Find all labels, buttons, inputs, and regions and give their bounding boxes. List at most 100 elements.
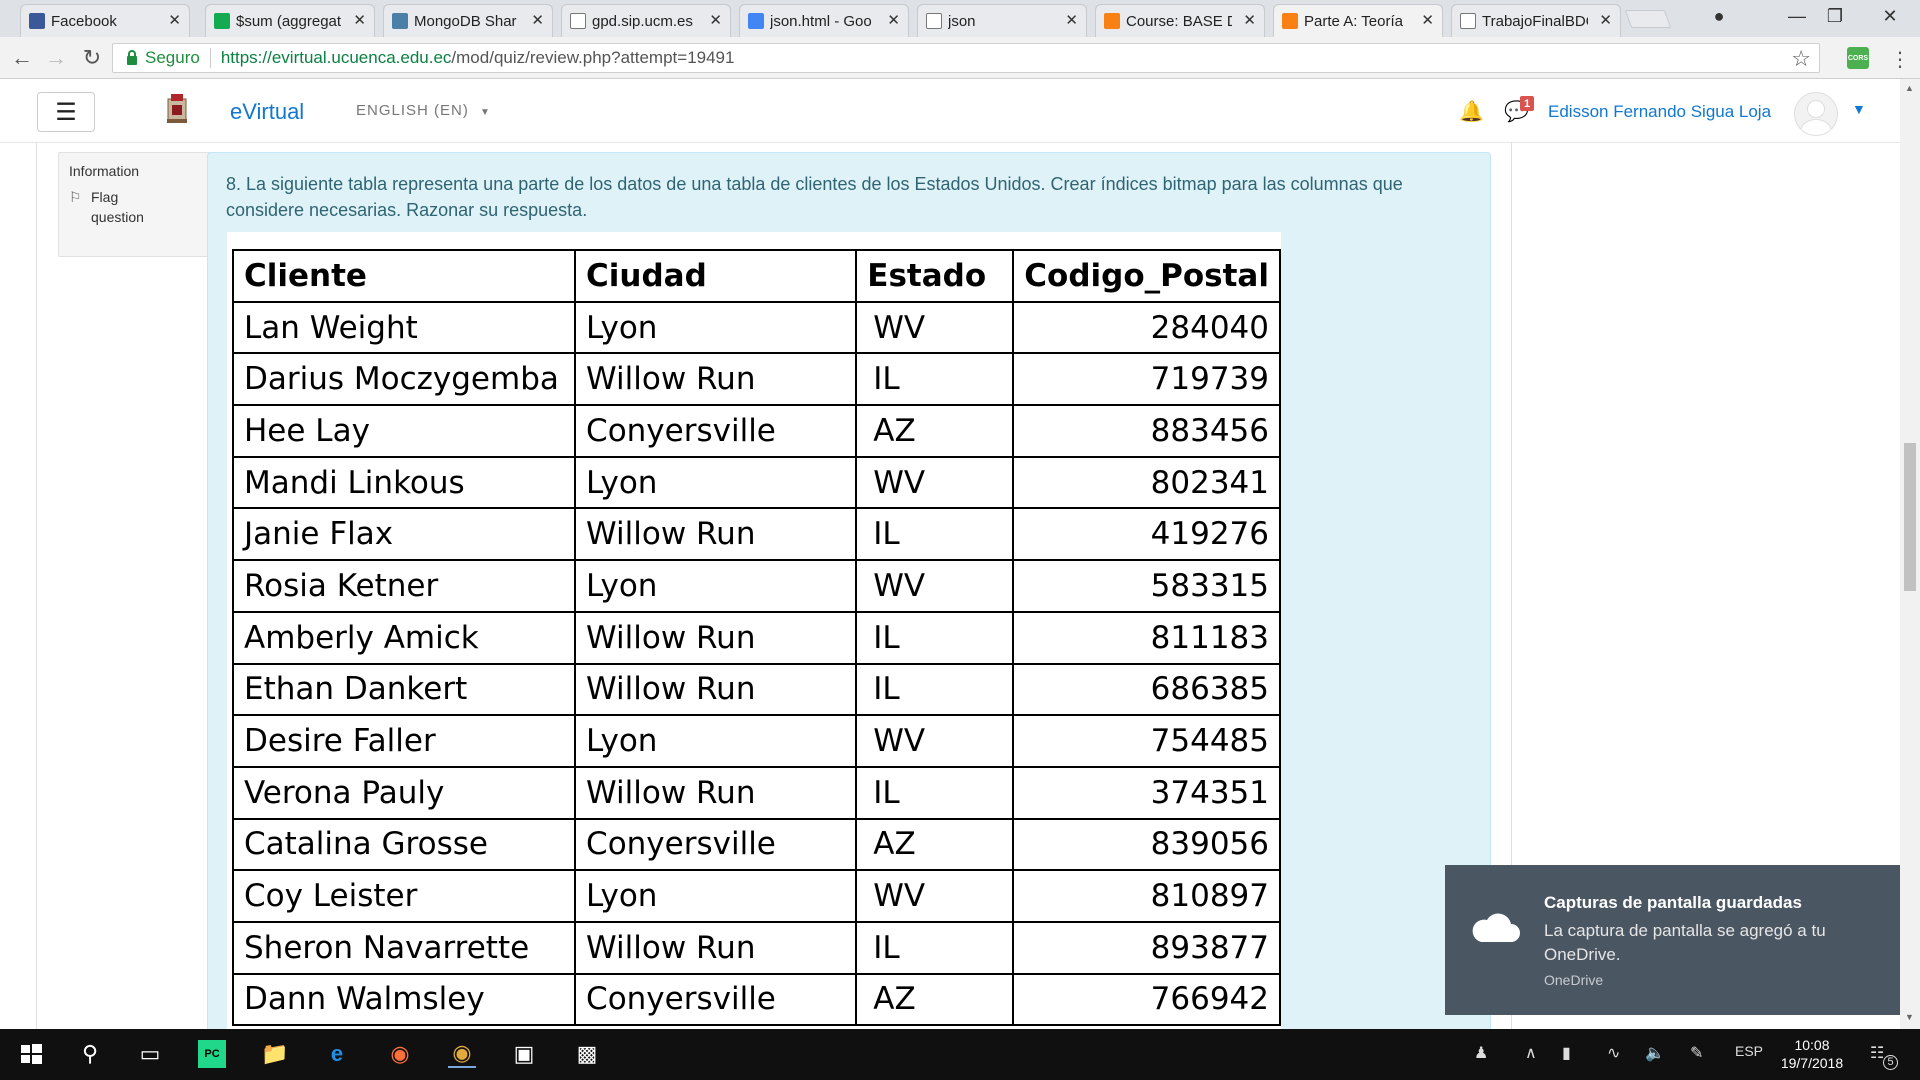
site-name-link[interactable]: eVirtual: [230, 99, 304, 125]
input-language[interactable]: ESP: [1735, 1043, 1763, 1059]
cell-ciudad: Willow Run: [574, 765, 858, 820]
bookmark-star-icon[interactable]: ☆: [1791, 46, 1811, 72]
browser-tab[interactable]: MongoDB Shar ✕: [383, 4, 553, 37]
table-row: Coy Leister Lyon WV 810897: [231, 869, 1281, 923]
browser-tab[interactable]: Facebook ✕: [20, 4, 190, 37]
scroll-up-icon[interactable]: ▲: [1905, 83, 1914, 93]
cell-ciudad: Lyon: [574, 300, 858, 355]
tab-label: json: [948, 12, 976, 30]
file-explorer-icon[interactable]: 📁: [261, 1040, 289, 1068]
close-window-icon[interactable]: ✕: [1865, 0, 1915, 33]
flag-question-link[interactable]: ⚐ Flag question: [69, 187, 205, 227]
table-row: Desire Faller Lyon WV 754485: [231, 714, 1281, 768]
cell-codigo-postal: 583315: [1012, 559, 1281, 613]
wifi-icon[interactable]: ∿: [1607, 1043, 1620, 1063]
language-selector[interactable]: ENGLISH (EN) ▼: [356, 102, 491, 119]
cell-ciudad: Lyon: [574, 455, 858, 510]
hamburger-menu-button[interactable]: ☰: [37, 92, 95, 132]
edge-icon[interactable]: e: [323, 1040, 351, 1068]
browser-tab[interactable]: $sum (aggregat ✕: [205, 4, 375, 37]
cors-extension-icon[interactable]: CORS: [1847, 47, 1869, 69]
close-tab-icon[interactable]: ✕: [1599, 11, 1612, 29]
people-icon[interactable]: ♟: [1474, 1043, 1488, 1063]
back-icon[interactable]: ←: [9, 45, 35, 71]
browser-tab-strip: Facebook ✕ $sum (aggregat ✕ MongoDB Shar ✕ gpd…: [0, 0, 1920, 37]
address-bar[interactable]: Seguro https://evirtual.ucuenca.edu.ec/m…: [112, 43, 1820, 73]
cell-estado: AZ: [855, 972, 1015, 1027]
cell-estado: IL: [855, 352, 1015, 407]
cell-codigo-postal: 766942: [1012, 972, 1281, 1027]
pen-icon[interactable]: ✎: [1690, 1043, 1703, 1063]
doc-icon: [748, 13, 764, 29]
flag-icon: ⚐: [69, 189, 82, 205]
system-clock[interactable]: 10:08 19/7/2018: [1772, 1036, 1852, 1072]
restore-icon[interactable]: ❐: [1810, 0, 1860, 33]
volume-icon[interactable]: 🔈: [1645, 1043, 1665, 1063]
firefox-icon[interactable]: ◉: [386, 1040, 414, 1068]
onedrive-notification-toast[interactable]: Capturas de pantalla guardadas La captur…: [1445, 865, 1900, 1015]
facebook-icon: [29, 13, 45, 29]
new-tab-button[interactable]: [1624, 10, 1672, 28]
cell-cliente: Verona Pauly: [231, 765, 577, 820]
scroll-down-icon[interactable]: ▼: [1905, 1012, 1914, 1022]
close-tab-icon[interactable]: ✕: [1243, 11, 1256, 29]
browser-tab[interactable]: gpd.sip.ucm.es ✕: [561, 4, 731, 37]
show-hidden-icons-icon[interactable]: ∧: [1525, 1043, 1537, 1063]
close-tab-icon[interactable]: ✕: [168, 11, 181, 29]
page-icon: [926, 13, 942, 29]
question-table-image: Cliente Ciudad Estado Codigo_Postal Lan …: [227, 232, 1281, 1029]
cell-ciudad: Conyersville: [574, 972, 858, 1027]
user-menu-caret-icon[interactable]: ▼: [1852, 101, 1866, 117]
browser-tab[interactable]: TrabajoFinalBDC ✕: [1451, 4, 1621, 37]
scrollbar-thumb[interactable]: [1904, 443, 1916, 591]
forward-icon[interactable]: →: [43, 45, 69, 71]
windows-taskbar: ⚲ ▭ PC 📁 e ◉ ◉ ▣ ▩ ♟ ∧ ▮ ∿ 🔈 ✎ ESP 10:08…: [0, 1029, 1920, 1080]
pycharm-icon[interactable]: PC: [198, 1040, 226, 1068]
windows-start-icon[interactable]: [17, 1040, 45, 1068]
university-logo[interactable]: [165, 91, 189, 125]
user-name-link[interactable]: Edisson Fernando Sigua Loja: [1548, 102, 1771, 122]
leaf-icon: [214, 13, 230, 29]
table-row: Ethan Dankert Willow Run IL 686385: [231, 662, 1281, 717]
onedrive-cloud-icon: [1472, 913, 1520, 942]
close-tab-icon[interactable]: ✕: [887, 11, 900, 29]
cell-cliente: Rosia Ketner: [231, 559, 577, 613]
page-scrollbar[interactable]: ▲ ▼: [1900, 79, 1920, 1029]
cell-codigo-postal: 719739: [1012, 352, 1281, 407]
close-tab-icon[interactable]: ✕: [531, 11, 544, 29]
cell-estado: WV: [855, 300, 1015, 355]
tab-label: Parte A: Teoría: [1304, 12, 1403, 30]
browser-tab[interactable]: Course: BASE D ✕: [1095, 4, 1265, 37]
reload-icon[interactable]: ↻: [79, 45, 105, 71]
close-tab-icon[interactable]: ✕: [709, 11, 722, 29]
table-row: Catalina Grosse Conyersville AZ 839056: [231, 817, 1281, 872]
sticky-notes-icon[interactable]: ▩: [573, 1040, 601, 1068]
cell-estado: IL: [855, 662, 1015, 717]
page-icon: [1460, 13, 1476, 29]
close-tab-icon[interactable]: ✕: [353, 11, 366, 29]
close-tab-icon[interactable]: ✕: [1065, 11, 1078, 29]
browser-tab[interactable]: json.html - Goo ✕: [739, 4, 909, 37]
table-row: Darius Moczygemba Willow Run IL 719739: [231, 352, 1281, 407]
chrome-icon[interactable]: ◉: [448, 1040, 476, 1068]
table-row: Verona Pauly Willow Run IL 374351: [231, 765, 1281, 820]
app-window-icon[interactable]: ▣: [510, 1040, 538, 1068]
close-tab-icon[interactable]: ✕: [1421, 11, 1434, 29]
address-divider: [209, 48, 211, 68]
browser-tab[interactable]: json ✕: [917, 4, 1087, 37]
browser-tab[interactable]: Parte A: Teoría ✕: [1273, 4, 1443, 37]
cell-cliente: Darius Moczygemba: [231, 352, 577, 407]
browser-menu-icon[interactable]: ⋮: [1890, 47, 1910, 72]
profile-icon[interactable]: ●: [1694, 0, 1744, 33]
info-title: Information: [69, 163, 140, 179]
search-icon[interactable]: ⚲: [76, 1040, 104, 1068]
header-ciudad: Ciudad: [574, 249, 858, 303]
cell-cliente: Coy Leister: [231, 869, 577, 923]
cell-codigo-postal: 802341: [1012, 455, 1281, 510]
battery-icon[interactable]: ▮: [1562, 1043, 1571, 1063]
cell-cliente: Ethan Dankert: [231, 662, 577, 717]
avatar[interactable]: [1794, 92, 1838, 136]
secure-label: Seguro: [145, 48, 200, 67]
bell-icon[interactable]: 🔔: [1459, 99, 1484, 124]
task-view-icon[interactable]: ▭: [136, 1040, 164, 1068]
